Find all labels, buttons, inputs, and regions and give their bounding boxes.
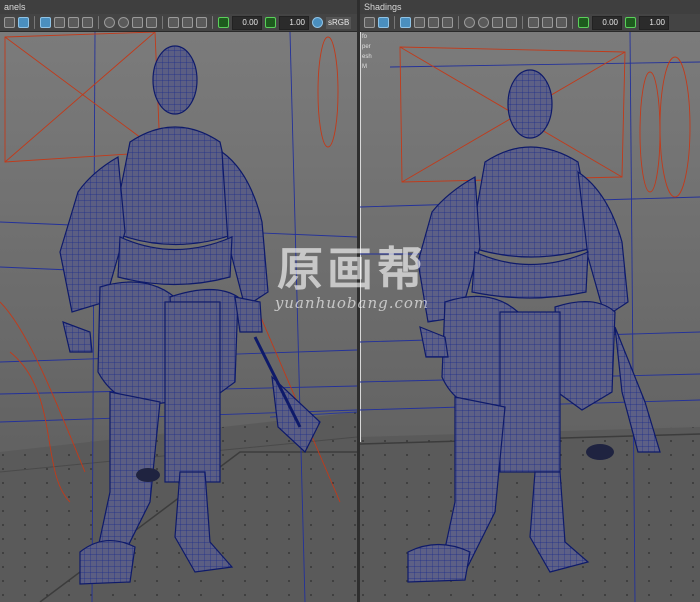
grid-icon[interactable] — [4, 17, 15, 28]
right-3d-viewport[interactable] — [360, 32, 700, 602]
wireframe-scene — [360, 32, 700, 602]
anti-alias-icon[interactable] — [492, 17, 503, 28]
exposure-icon[interactable] — [578, 17, 589, 28]
textured-icon[interactable] — [428, 17, 439, 28]
heads-up-display: fo per esh M — [362, 34, 372, 70]
panel-menu-bar: anels — [0, 0, 357, 14]
xray-icon[interactable] — [528, 17, 539, 28]
gamma-icon[interactable] — [625, 17, 636, 28]
right-viewport-panel[interactable]: Shadings 0.00 1.00 fo per esh M — [360, 0, 700, 602]
toolbar-separator — [162, 16, 163, 29]
isolate-icon[interactable] — [506, 17, 517, 28]
toolbar-separator — [212, 16, 213, 29]
ambient-occlusion-icon[interactable] — [118, 17, 129, 28]
exposure-icon[interactable] — [218, 17, 229, 28]
smooth-shade-icon[interactable] — [54, 17, 65, 28]
textured-icon[interactable] — [68, 17, 79, 28]
isolate-icon[interactable] — [146, 17, 157, 28]
color-space-dropdown[interactable]: sRGB — [326, 16, 352, 29]
shading-menu[interactable]: Shadings — [364, 2, 402, 12]
wireframe-icon[interactable] — [400, 17, 411, 28]
ambient-occlusion-icon[interactable] — [478, 17, 489, 28]
toolbar-separator — [394, 16, 395, 29]
shadows-icon[interactable] — [464, 17, 475, 28]
camera-icon[interactable] — [18, 17, 29, 28]
left-viewport-panel[interactable]: anels 0.00 1.00 sRGB — [0, 0, 357, 602]
toolbar-separator — [98, 16, 99, 29]
toolbar-separator — [34, 16, 35, 29]
panels-menu[interactable]: anels — [4, 2, 26, 12]
viewport-toolbar: 0.00 1.00 — [360, 14, 700, 32]
xray-joints-icon[interactable] — [542, 17, 553, 28]
grid-icon[interactable] — [364, 17, 375, 28]
exposure-field[interactable]: 0.00 — [232, 15, 262, 30]
anti-alias-icon[interactable] — [132, 17, 143, 28]
xray-components-icon[interactable] — [196, 17, 207, 28]
gamma-field[interactable]: 1.00 — [279, 15, 309, 30]
toolbar-separator — [572, 16, 573, 29]
panel-menu-bar: Shadings — [360, 0, 700, 14]
lights-icon[interactable] — [82, 17, 93, 28]
color-management-icon[interactable] — [312, 17, 323, 28]
lights-icon[interactable] — [442, 17, 453, 28]
shadows-icon[interactable] — [104, 17, 115, 28]
wireframe-scene — [0, 32, 357, 602]
left-3d-viewport[interactable] — [0, 32, 357, 602]
xray-joints-icon[interactable] — [182, 17, 193, 28]
gamma-icon[interactable] — [265, 17, 276, 28]
xray-components-icon[interactable] — [556, 17, 567, 28]
wireframe-icon[interactable] — [40, 17, 51, 28]
xray-icon[interactable] — [168, 17, 179, 28]
toolbar-separator — [522, 16, 523, 29]
toolbar-separator — [458, 16, 459, 29]
gamma-field[interactable]: 1.00 — [639, 15, 669, 30]
smooth-shade-icon[interactable] — [414, 17, 425, 28]
camera-icon[interactable] — [378, 17, 389, 28]
exposure-field[interactable]: 0.00 — [592, 15, 622, 30]
viewport-toolbar: 0.00 1.00 sRGB — [0, 14, 357, 32]
